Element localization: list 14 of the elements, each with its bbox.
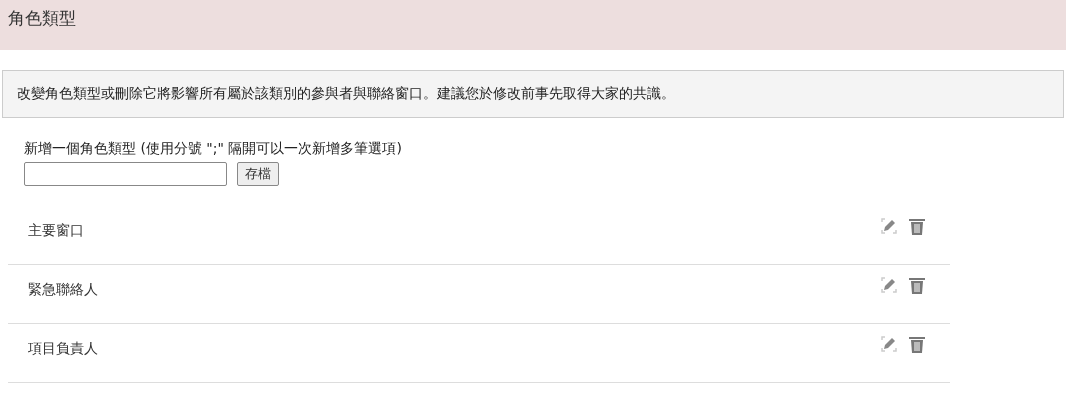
role-input-field[interactable] <box>24 162 227 186</box>
edit-icon[interactable] <box>881 277 897 293</box>
add-role-label: 新增一個角色類型 (使用分號 ";" 隔開可以一次新增多筆選項) <box>24 140 403 158</box>
edit-icon[interactable] <box>881 218 897 234</box>
edit-icon[interactable] <box>881 336 897 352</box>
trash-icon[interactable] <box>909 336 925 353</box>
trash-icon[interactable] <box>909 218 925 235</box>
save-button[interactable]: 存檔 <box>237 162 279 186</box>
role-name: 緊急聯絡人 <box>27 280 98 299</box>
trash-icon[interactable] <box>909 277 925 294</box>
notice-text: 改變角色類型或刪除它將影響所有屬於該類別的參與者與聯絡窗口。建議您於修改前事先取得大家的共識。 <box>17 85 675 101</box>
role-name: 項目負責人 <box>27 339 98 358</box>
page-title: 角色類型 <box>8 7 76 30</box>
role-name: 主要窗口 <box>27 221 84 240</box>
